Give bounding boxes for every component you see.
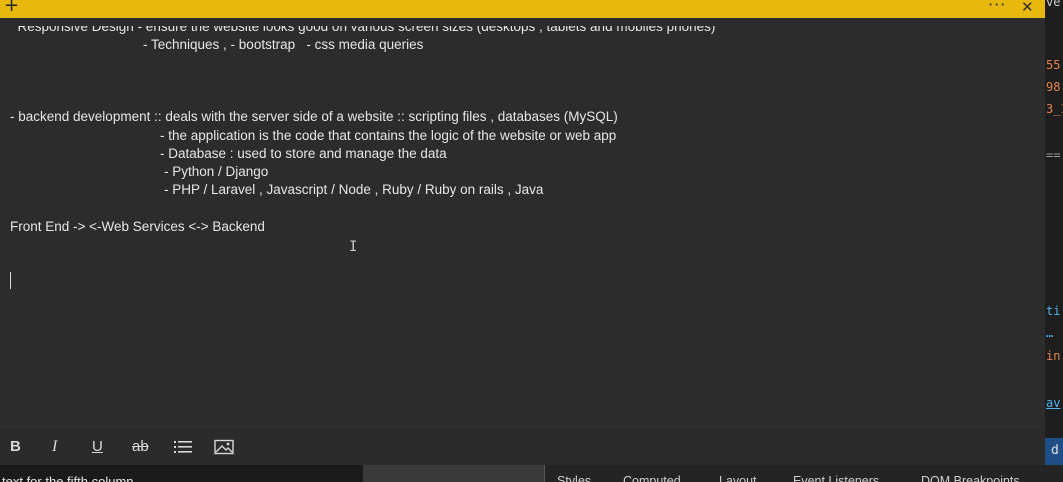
text-caret [10, 272, 11, 289]
bulleted-list-icon[interactable] [173, 439, 193, 459]
note-line: - PHP / Laravel , Javascript / Node , Ru… [164, 182, 544, 197]
add-note-button[interactable]: + [4, 0, 19, 16]
code-fragment: in [1046, 349, 1061, 363]
background-panel [363, 465, 544, 482]
background-code-strip: ve 55 98 3_1 == ti … in av d [1045, 0, 1063, 465]
code-fragment: 98 [1046, 80, 1061, 94]
close-button[interactable]: ✕ [1021, 0, 1034, 16]
tab-styles[interactable]: Styles [557, 474, 591, 482]
ibeam-cursor-icon: I [349, 239, 358, 255]
tab-dom-breakpoints[interactable]: DOM Breakpoints [921, 474, 1020, 482]
note-line: - Python / Django [164, 164, 269, 179]
note-line: - Database : used to store and manage th… [160, 146, 447, 161]
note-titlebar: + ··· ✕ [0, 0, 1045, 18]
tab-event-listeners[interactable]: Event Listeners [793, 474, 879, 482]
note-editor[interactable]: Responsive Design - ensure the website l… [0, 18, 1045, 427]
insert-image-icon[interactable] [214, 439, 234, 459]
note-line: Front End -> <-Web Services <-> Backend [10, 219, 265, 234]
underline-button[interactable]: U [92, 437, 103, 457]
devtools-tabbar: Styles Computed Layout Event Listeners D… [544, 465, 1063, 482]
code-fragment: ve [1046, 0, 1061, 9]
note-line: Responsive Design - ensure the website l… [10, 19, 716, 34]
code-fragment: … [1046, 326, 1054, 340]
more-options-button[interactable]: ··· [988, 0, 1006, 14]
code-fragment: 55 [1046, 58, 1061, 72]
note-line: - Techniques , - bootstrap - css media q… [143, 37, 424, 52]
note-line: - backend development :: deals with the … [10, 109, 618, 124]
tab-computed[interactable]: Computed [623, 474, 681, 482]
side-panel-button[interactable]: d [1045, 438, 1063, 465]
side-panel-button-label: d [1051, 443, 1059, 458]
code-fragment: == [1046, 148, 1061, 162]
formatting-toolbar: B I U ab [0, 427, 1045, 466]
strikethrough-button[interactable]: ab [132, 437, 149, 457]
italic-button[interactable]: I [52, 437, 57, 457]
bold-button[interactable]: B [10, 437, 21, 457]
tab-layout[interactable]: Layout [719, 474, 757, 482]
code-fragment: 3_1 [1046, 102, 1063, 116]
code-fragment: av [1046, 396, 1061, 410]
background-editor-strip: text for the fifth column [0, 465, 363, 482]
code-fragment: ti [1046, 304, 1061, 318]
background-text: text for the fifth column [2, 474, 134, 482]
note-line: - the application is the code that conta… [160, 128, 617, 143]
